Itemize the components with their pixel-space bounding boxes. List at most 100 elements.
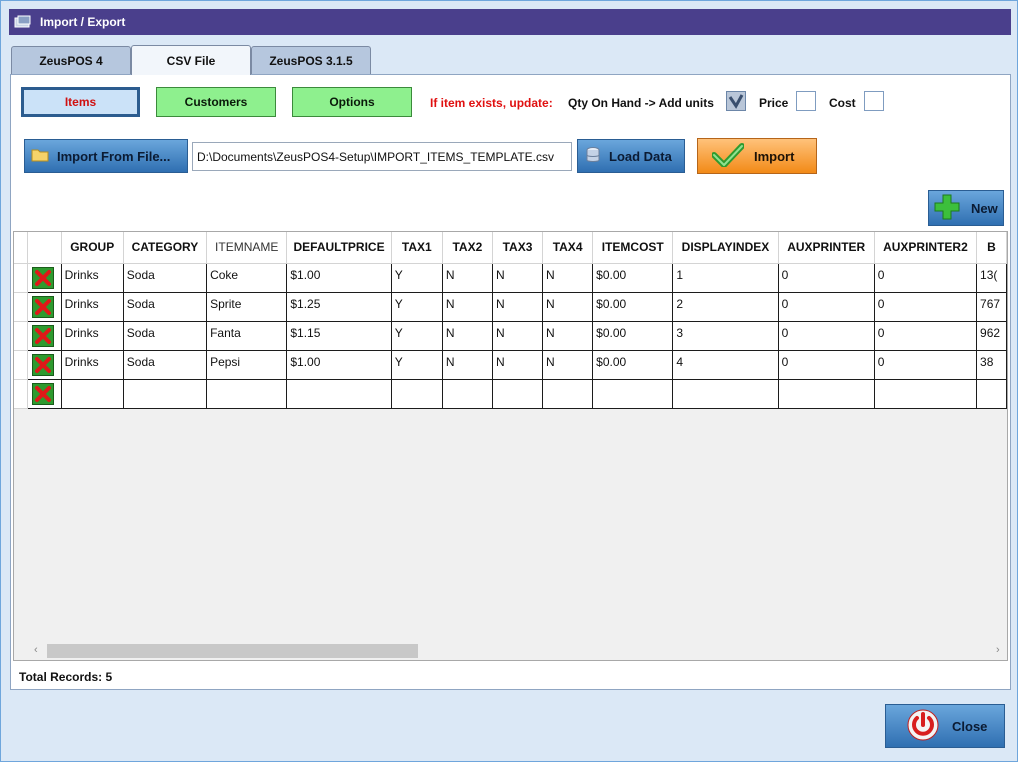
table-cell[interactable]: Soda (123, 350, 208, 380)
new-button[interactable]: New (928, 190, 1004, 226)
items-button[interactable]: Items (21, 87, 140, 117)
table-cell[interactable]: N (492, 321, 544, 351)
table-cell[interactable] (286, 379, 392, 409)
table-cell[interactable]: Drinks (61, 321, 124, 351)
table-cell[interactable]: $0.00 (592, 321, 674, 351)
delete-row-icon[interactable] (31, 382, 54, 405)
column-header[interactable]: DEFAULTPRICE (286, 232, 392, 264)
table-cell[interactable]: Sprite (206, 292, 288, 322)
table-cell[interactable] (672, 379, 779, 409)
options-button[interactable]: Options (292, 87, 412, 117)
column-header[interactable]: ITEMNAME (206, 232, 288, 264)
price-checkbox[interactable] (796, 91, 816, 111)
row-header[interactable] (14, 292, 28, 322)
table-cell[interactable]: Pepsi (206, 350, 288, 380)
column-header[interactable]: AUXPRINTER2 (874, 232, 978, 264)
cost-checkbox[interactable] (864, 91, 884, 111)
table-cell[interactable]: $1.25 (286, 292, 392, 322)
delete-row-icon[interactable] (31, 295, 54, 318)
delete-row-icon[interactable] (31, 353, 54, 376)
close-button[interactable]: Close (885, 704, 1005, 748)
table-row[interactable]: Drinks Soda Coke $1.00 Y N N N $0.00 1 0 0 13( (14, 263, 1007, 293)
column-header[interactable]: TAX2 (442, 232, 493, 264)
table-cell[interactable]: 0 (874, 292, 978, 322)
table-row[interactable]: Drinks Soda Sprite $1.25 Y N N N $0.00 2 0 0 767 (14, 292, 1007, 322)
table-cell[interactable]: N (492, 292, 544, 322)
items-grid[interactable]: GROUP CATEGORY ITEMNAME DEFAULTPRICE TAX… (13, 231, 1008, 661)
table-cell[interactable]: Y (391, 350, 443, 380)
delete-row-icon[interactable] (31, 266, 54, 289)
table-cell[interactable]: 2 (672, 292, 779, 322)
file-path-input[interactable] (192, 142, 572, 171)
table-cell[interactable]: N (442, 350, 493, 380)
horizontal-scrollbar[interactable]: ‹ › (14, 642, 1007, 660)
row-header[interactable] (14, 350, 28, 380)
row-header[interactable] (14, 263, 28, 293)
table-cell[interactable] (778, 379, 875, 409)
title-bar[interactable]: Import / Export (9, 9, 1011, 35)
import-button[interactable]: Import (697, 138, 817, 174)
table-cell[interactable]: $1.00 (286, 350, 392, 380)
tab-zeuspos315[interactable]: ZeusPOS 3.1.5 (251, 46, 371, 74)
table-cell[interactable]: 13( (976, 263, 1007, 293)
column-header[interactable]: TAX1 (391, 232, 443, 264)
table-cell[interactable] (592, 379, 674, 409)
table-cell[interactable]: 0 (874, 350, 978, 380)
table-cell[interactable]: Fanta (206, 321, 288, 351)
scrollbar-thumb[interactable] (47, 644, 418, 658)
table-cell[interactable]: Drinks (61, 263, 124, 293)
table-cell[interactable]: 767 (976, 292, 1007, 322)
column-header[interactable]: TAX3 (492, 232, 544, 264)
table-cell[interactable]: N (442, 263, 493, 293)
table-cell[interactable]: $0.00 (592, 350, 674, 380)
table-cell[interactable]: N (442, 292, 493, 322)
table-cell[interactable]: Y (391, 321, 443, 351)
table-cell[interactable]: N (542, 263, 594, 293)
scroll-right-icon[interactable]: › (996, 644, 1000, 656)
customers-button[interactable]: Customers (156, 87, 276, 117)
delete-row-icon[interactable] (31, 324, 54, 347)
tab-zeuspos4[interactable]: ZeusPOS 4 (11, 46, 131, 74)
table-cell[interactable]: N (542, 321, 594, 351)
table-row[interactable] (14, 379, 1007, 409)
table-cell[interactable] (874, 379, 978, 409)
table-cell[interactable] (442, 379, 493, 409)
table-cell[interactable]: 962 (976, 321, 1007, 351)
column-header[interactable]: B (976, 232, 1007, 264)
table-row[interactable]: Drinks Soda Pepsi $1.00 Y N N N $0.00 4 0 0 38 (14, 350, 1007, 380)
import-from-file-button[interactable]: Import From File... (24, 139, 188, 173)
table-cell[interactable]: $1.15 (286, 321, 392, 351)
table-cell[interactable]: Coke (206, 263, 288, 293)
table-cell[interactable]: Drinks (61, 350, 124, 380)
load-data-button[interactable]: Load Data (577, 139, 685, 173)
column-header[interactable]: GROUP (61, 232, 124, 264)
table-cell[interactable] (542, 379, 594, 409)
column-header[interactable]: ITEMCOST (592, 232, 674, 264)
row-header[interactable] (14, 321, 28, 351)
table-cell[interactable] (391, 379, 443, 409)
column-header[interactable]: DISPLAYINDEX (672, 232, 779, 264)
table-cell[interactable] (61, 379, 124, 409)
table-cell[interactable]: $0.00 (592, 292, 674, 322)
table-cell[interactable] (206, 379, 288, 409)
table-cell[interactable]: N (542, 350, 594, 380)
table-cell[interactable]: 0 (874, 321, 978, 351)
table-cell[interactable]: N (442, 321, 493, 351)
table-cell[interactable]: N (542, 292, 594, 322)
table-cell[interactable]: 0 (778, 263, 875, 293)
table-cell[interactable]: 38 (976, 350, 1007, 380)
column-header[interactable]: CATEGORY (123, 232, 208, 264)
table-cell[interactable] (492, 379, 544, 409)
qty-on-hand-checkbox[interactable] (726, 91, 746, 111)
table-cell[interactable]: Y (391, 292, 443, 322)
column-header[interactable]: TAX4 (542, 232, 594, 264)
table-cell[interactable]: 0 (778, 292, 875, 322)
table-cell[interactable] (976, 379, 1007, 409)
table-cell[interactable]: N (492, 350, 544, 380)
table-cell[interactable]: Soda (123, 263, 208, 293)
table-cell[interactable]: Drinks (61, 292, 124, 322)
table-cell[interactable]: 0 (778, 350, 875, 380)
scroll-left-icon[interactable]: ‹ (34, 644, 38, 656)
row-header[interactable] (14, 379, 28, 409)
table-cell[interactable]: $0.00 (592, 263, 674, 293)
